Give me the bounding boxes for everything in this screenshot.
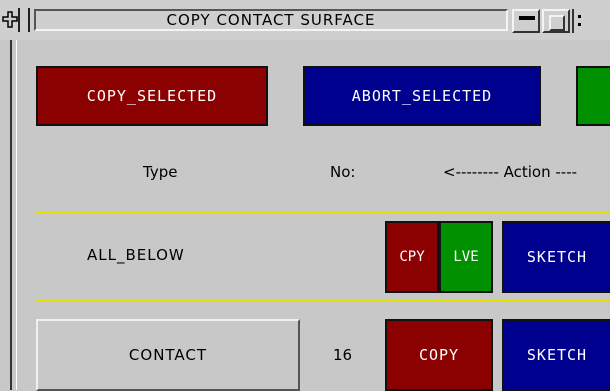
copy-selected-button[interactable]: COPY_SELECTED: [36, 66, 268, 126]
minimize-button[interactable]: [512, 9, 540, 33]
contact-type-button[interactable]: CONTACT: [36, 319, 300, 391]
header-action: <-------- Action ----: [443, 163, 578, 181]
all-copy-button[interactable]: CPY: [385, 221, 439, 293]
all-below-label: ALL_BELOW: [87, 246, 185, 264]
maximize-icon: [549, 15, 565, 31]
contact-number: 16: [333, 346, 353, 364]
header-no: No:: [330, 163, 356, 181]
contact-copy-button[interactable]: COPY: [385, 319, 493, 391]
window-frame: [10, 40, 22, 390]
minimize-icon: [519, 16, 535, 20]
title-bar: COPY CONTACT SURFACE: [0, 0, 610, 40]
title-separator: [18, 8, 20, 32]
move-icon[interactable]: [2, 10, 18, 30]
row-separator: [36, 211, 610, 213]
partial-green-button[interactable]: [576, 66, 610, 126]
row-separator: [36, 300, 610, 302]
window-title: COPY CONTACT SURFACE: [34, 9, 508, 31]
dot-icon: [578, 15, 581, 18]
maximize-button[interactable]: [542, 9, 570, 33]
window-edge-control[interactable]: [572, 9, 610, 33]
dot-icon: [578, 23, 581, 26]
abort-selected-button[interactable]: ABORT_SELECTED: [303, 66, 541, 126]
contact-sketch-button[interactable]: SKETCH: [502, 319, 610, 391]
header-type: Type: [143, 163, 178, 181]
all-leave-button[interactable]: LVE: [439, 221, 493, 293]
all-sketch-button[interactable]: SKETCH: [502, 221, 610, 293]
title-separator: [28, 8, 30, 32]
